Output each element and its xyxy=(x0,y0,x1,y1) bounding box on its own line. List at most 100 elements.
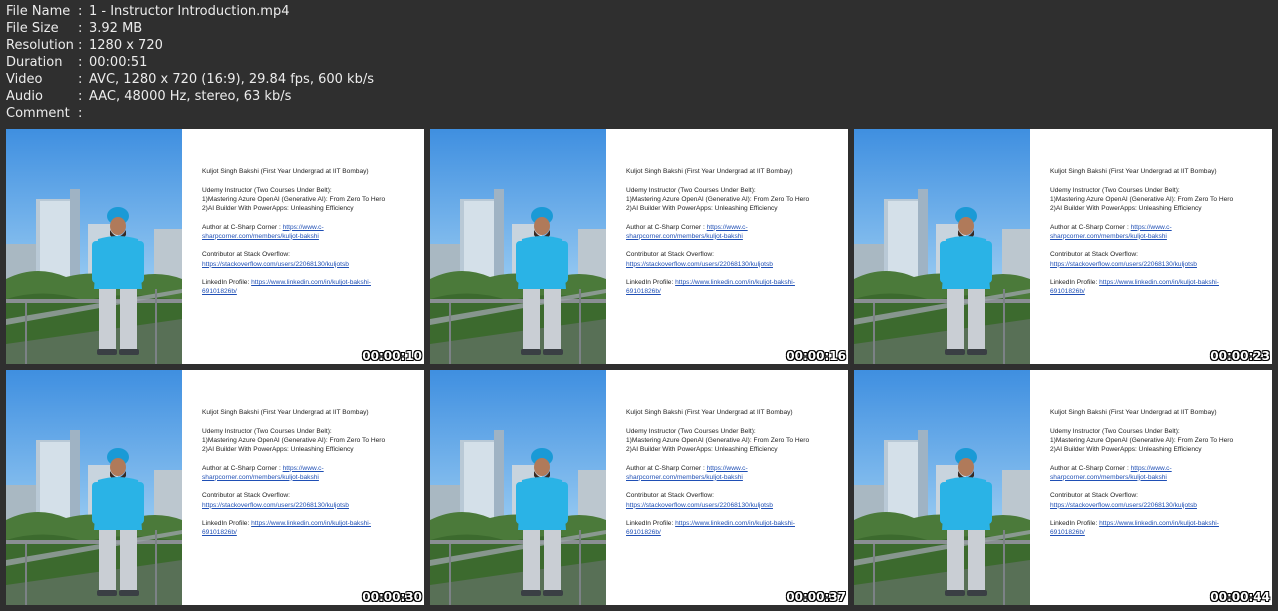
udemy-block: Udemy Instructor (Two Courses Under Belt… xyxy=(626,186,840,214)
thumbnail[interactable]: Kuljot Singh Bakshi (First Year Undergra… xyxy=(854,370,1272,605)
course-1: 1)Mastering Azure OpenAI (Generative AI)… xyxy=(626,436,810,444)
so-label: Contributor at Stack Overflow: xyxy=(1050,251,1138,259)
author-link[interactable]: https://www.c- xyxy=(1131,224,1172,231)
li-link-cont[interactable]: 69101826b/ xyxy=(202,288,237,295)
instructor-photo xyxy=(6,129,182,364)
author-label: Author at C-Sharp Corner : xyxy=(202,223,283,231)
author-link-cont[interactable]: sharpcorner.com/members/kuljot-bakshi xyxy=(626,233,743,240)
li-link-cont[interactable]: 69101826b/ xyxy=(1050,288,1085,295)
slide-content: Kuljot Singh Bakshi (First Year Undergra… xyxy=(606,370,848,605)
so-link[interactable]: https://stackoverflow.com/users/22068130… xyxy=(1050,502,1197,509)
thumbnail[interactable]: Kuljot Singh Bakshi (First Year Undergra… xyxy=(854,129,1272,364)
instructor-photo xyxy=(430,129,606,364)
author-link-cont[interactable]: sharpcorner.com/members/kuljot-bakshi xyxy=(202,474,319,481)
meta-value: 1 - Instructor Introduction.mp4 xyxy=(89,4,290,19)
course-1: 1)Mastering Azure OpenAI (Generative AI)… xyxy=(1050,436,1234,444)
so-label: Contributor at Stack Overflow: xyxy=(1050,492,1138,500)
thumbnail[interactable]: Kuljot Singh Bakshi (First Year Undergra… xyxy=(430,129,848,364)
li-link[interactable]: https://www.linkedin.com/in/kuljot-baksh… xyxy=(675,279,795,286)
so-label: Contributor at Stack Overflow: xyxy=(626,492,714,500)
so-link[interactable]: https://stackoverflow.com/users/22068130… xyxy=(202,261,349,268)
li-label: LinkedIn Profile: xyxy=(202,520,252,528)
timestamp: 00:00:16 xyxy=(786,349,846,363)
meta-value: AVC, 1280 x 720 (16:9), 29.84 fps, 600 k… xyxy=(89,72,374,87)
li-label: LinkedIn Profile: xyxy=(1050,520,1100,528)
li-link[interactable]: https://www.linkedin.com/in/kuljot-baksh… xyxy=(1099,279,1219,286)
meta-sep: : xyxy=(78,38,83,53)
course-2: 2)AI Builder With PowerApps: Unleashing … xyxy=(202,205,354,212)
udemy-heading: Udemy Instructor (Two Courses Under Belt… xyxy=(1050,186,1180,194)
timestamp: 00:00:23 xyxy=(1210,349,1270,363)
slide-title: Kuljot Singh Bakshi (First Year Undergra… xyxy=(626,409,793,416)
stackoverflow-block: Contributor at Stack Overflow: https://s… xyxy=(202,491,416,509)
so-link[interactable]: https://stackoverflow.com/users/22068130… xyxy=(1050,261,1197,268)
li-link[interactable]: https://www.linkedin.com/in/kuljot-baksh… xyxy=(251,520,371,527)
meta-row: Audio: AAC, 48000 Hz, stereo, 63 kb/s xyxy=(6,88,374,105)
li-link[interactable]: https://www.linkedin.com/in/kuljot-baksh… xyxy=(1099,520,1219,527)
linkedin-block: LinkedIn Profile: https://www.linkedin.c… xyxy=(1050,519,1264,537)
li-link-cont[interactable]: 69101826b/ xyxy=(1050,529,1085,536)
so-label: Contributor at Stack Overflow: xyxy=(202,492,290,500)
author-link[interactable]: https://www.c- xyxy=(707,465,748,472)
li-link-cont[interactable]: 69101826b/ xyxy=(626,288,661,295)
slide-content: Kuljot Singh Bakshi (First Year Undergra… xyxy=(606,129,848,364)
meta-key: Comment xyxy=(6,106,70,121)
udemy-heading: Udemy Instructor (Two Courses Under Belt… xyxy=(1050,427,1180,435)
author-block: Author at C-Sharp Corner : https://www.c… xyxy=(626,223,840,241)
slide-title: Kuljot Singh Bakshi (First Year Undergra… xyxy=(1050,168,1217,175)
so-label: Contributor at Stack Overflow: xyxy=(626,251,714,259)
stackoverflow-block: Contributor at Stack Overflow: https://s… xyxy=(1050,491,1264,509)
so-link[interactable]: https://stackoverflow.com/users/22068130… xyxy=(626,261,773,268)
linkedin-block: LinkedIn Profile: https://www.linkedin.c… xyxy=(626,519,840,537)
meta-key: File Name xyxy=(6,4,71,19)
stackoverflow-block: Contributor at Stack Overflow: https://s… xyxy=(202,250,416,268)
author-link-cont[interactable]: sharpcorner.com/members/kuljot-bakshi xyxy=(626,474,743,481)
li-link-cont[interactable]: 69101826b/ xyxy=(202,529,237,536)
stackoverflow-block: Contributor at Stack Overflow: https://s… xyxy=(1050,250,1264,268)
linkedin-block: LinkedIn Profile: https://www.linkedin.c… xyxy=(202,519,416,537)
author-label: Author at C-Sharp Corner : xyxy=(1050,223,1131,231)
linkedin-block: LinkedIn Profile: https://www.linkedin.c… xyxy=(1050,278,1264,296)
udemy-block: Udemy Instructor (Two Courses Under Belt… xyxy=(1050,427,1264,455)
udemy-heading: Udemy Instructor (Two Courses Under Belt… xyxy=(202,427,332,435)
thumbnail[interactable]: Kuljot Singh Bakshi (First Year Undergra… xyxy=(430,370,848,605)
author-label: Author at C-Sharp Corner : xyxy=(202,464,283,472)
thumbnail[interactable]: Kuljot Singh Bakshi (First Year Undergra… xyxy=(6,370,424,605)
author-link[interactable]: https://www.c- xyxy=(707,224,748,231)
slide-title: Kuljot Singh Bakshi (First Year Undergra… xyxy=(202,168,369,175)
li-label: LinkedIn Profile: xyxy=(626,279,676,287)
author-link-cont[interactable]: sharpcorner.com/members/kuljot-bakshi xyxy=(202,233,319,240)
author-block: Author at C-Sharp Corner : https://www.c… xyxy=(626,464,840,482)
course-2: 2)AI Builder With PowerApps: Unleashing … xyxy=(202,446,354,453)
li-link[interactable]: https://www.linkedin.com/in/kuljot-baksh… xyxy=(675,520,795,527)
course-1: 1)Mastering Azure OpenAI (Generative AI)… xyxy=(1050,195,1234,203)
meta-row: Resolution:1280 x 720 xyxy=(6,37,374,54)
udemy-block: Udemy Instructor (Two Courses Under Belt… xyxy=(202,427,416,455)
slide-title: Kuljot Singh Bakshi (First Year Undergra… xyxy=(626,168,793,175)
meta-sep: : xyxy=(78,55,83,70)
author-link-cont[interactable]: sharpcorner.com/members/kuljot-bakshi xyxy=(1050,233,1167,240)
linkedin-block: LinkedIn Profile: https://www.linkedin.c… xyxy=(202,278,416,296)
udemy-heading: Udemy Instructor (Two Courses Under Belt… xyxy=(202,186,332,194)
instructor-photo xyxy=(854,370,1030,605)
author-link[interactable]: https://www.c- xyxy=(283,465,324,472)
udemy-heading: Udemy Instructor (Two Courses Under Belt… xyxy=(626,427,756,435)
author-link[interactable]: https://www.c- xyxy=(283,224,324,231)
meta-value: 3.92 MB xyxy=(89,21,143,36)
author-block: Author at C-Sharp Corner : https://www.c… xyxy=(202,464,416,482)
thumbnail[interactable]: Kuljot Singh Bakshi (First Year Undergra… xyxy=(6,129,424,364)
slide-content: Kuljot Singh Bakshi (First Year Undergra… xyxy=(1030,129,1272,364)
li-label: LinkedIn Profile: xyxy=(1050,279,1100,287)
author-link-cont[interactable]: sharpcorner.com/members/kuljot-bakshi xyxy=(1050,474,1167,481)
so-link[interactable]: https://stackoverflow.com/users/22068130… xyxy=(202,502,349,509)
udemy-block: Udemy Instructor (Two Courses Under Belt… xyxy=(202,186,416,214)
meta-row: File Name:1 - Instructor Introduction.mp… xyxy=(6,3,374,20)
li-link-cont[interactable]: 69101826b/ xyxy=(626,529,661,536)
author-link[interactable]: https://www.c- xyxy=(1131,465,1172,472)
meta-row: Video: AVC, 1280 x 720 (16:9), 29.84 fps,… xyxy=(6,71,374,88)
meta-key: Resolution xyxy=(6,38,74,53)
so-label: Contributor at Stack Overflow: xyxy=(202,251,290,259)
li-link[interactable]: https://www.linkedin.com/in/kuljot-baksh… xyxy=(251,279,371,286)
so-link[interactable]: https://stackoverflow.com/users/22068130… xyxy=(626,502,773,509)
author-block: Author at C-Sharp Corner : https://www.c… xyxy=(202,223,416,241)
